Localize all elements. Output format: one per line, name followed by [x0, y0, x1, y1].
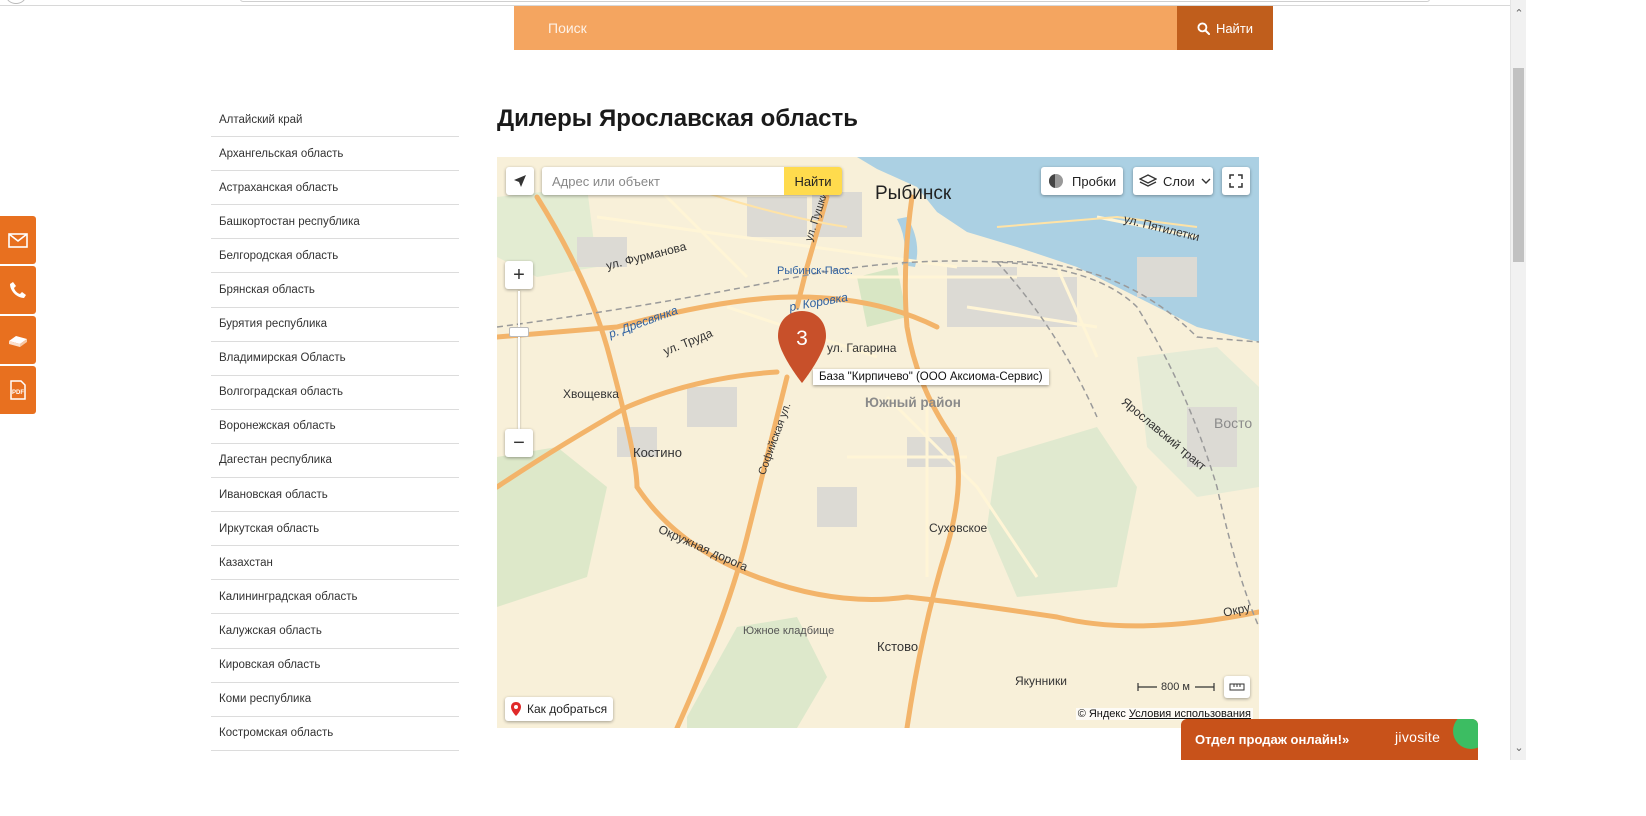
region-link[interactable]: Дагестан республика [211, 444, 459, 479]
map-label-rybinsk-pass: Рыбинск-Пасс. [777, 265, 853, 277]
phone-icon [10, 282, 26, 298]
map-label-gagarina: ул. Гагарина [827, 341, 897, 355]
region-link[interactable]: Архангельская область [211, 137, 459, 172]
region-link[interactable]: Кировская область [211, 649, 459, 683]
layers-label: Слои [1163, 173, 1195, 189]
region-link[interactable]: Калининградская область [211, 580, 459, 615]
price-list-button[interactable] [0, 316, 36, 364]
map-pin-icon [511, 702, 521, 716]
traffic-button[interactable]: Пробки [1041, 167, 1123, 195]
site-search-bar [514, 6, 1177, 50]
browser-url-bar[interactable] [240, 0, 1430, 2]
map-label-khvoshchevka: Хвощевка [563, 387, 619, 401]
zoom-slider-track[interactable] [518, 291, 520, 429]
region-link[interactable]: Алтайский край [211, 103, 459, 138]
geolocation-button[interactable] [506, 167, 534, 195]
scale-label: 800 м [1161, 681, 1190, 693]
site-search-input[interactable] [514, 6, 1177, 50]
region-link[interactable]: Волгоградская область [211, 376, 459, 410]
site-search-button[interactable]: Найти [1177, 6, 1273, 50]
page-scrollbar[interactable]: ⌃ ⌄ [1510, 0, 1526, 760]
zoom-in-button[interactable]: + [505, 261, 533, 289]
scroll-thumb[interactable] [1513, 68, 1524, 262]
dealer-map[interactable]: Рыбинск ул. Фурманова ул. Пушкина ул. Пя… [497, 157, 1259, 728]
region-link[interactable]: Воронежская область [211, 410, 459, 444]
region-link[interactable]: Белгородская область [211, 239, 459, 274]
mail-button[interactable] [0, 216, 36, 264]
marker-count: 3 [796, 327, 808, 350]
pdf-button[interactable]: PDF [0, 366, 36, 414]
route-label: Как добраться [527, 702, 608, 716]
zoom-slider-handle[interactable] [509, 327, 529, 337]
region-link[interactable]: Башкортостан республика [211, 205, 459, 240]
chat-widget[interactable]: Отдел продаж онлайн!» jivosite [1181, 719, 1478, 760]
region-link[interactable]: Казахстан [211, 546, 459, 581]
layers-button[interactable]: Слои [1133, 167, 1213, 195]
route-button[interactable]: Как добраться [505, 697, 613, 721]
chat-label: Отдел продаж онлайн!» [1195, 732, 1350, 747]
price-list-icon [9, 336, 27, 347]
map-label-cemetery: Южное кладбище [743, 625, 835, 637]
map-label-kstovo: Кстово [877, 639, 919, 654]
geolocation-arrow-icon [514, 175, 526, 187]
map-label-yakunniki: Якунники [1015, 674, 1067, 688]
phone-button[interactable] [0, 266, 36, 314]
side-contact-buttons: PDF [0, 216, 36, 416]
site-search-button-label: Найти [1215, 20, 1254, 36]
fullscreen-button[interactable] [1222, 167, 1250, 195]
region-link[interactable]: Коми республика [211, 683, 459, 717]
region-list: Алтайский край Архангельская область Астра… [211, 103, 459, 751]
map-search-box: Найти [542, 167, 842, 195]
chat-brand-logo: jivosite [1395, 729, 1441, 745]
map-search-button[interactable]: Найти [784, 167, 842, 195]
traffic-label: Пробки [1072, 173, 1117, 189]
region-link[interactable]: Костромская область [211, 717, 459, 751]
map-label-sukhovskoe: Суховское [929, 521, 988, 535]
marker-hint: База "Кирпичево" (ООО Аксиома-Сервис) [813, 369, 1049, 385]
map-label-yuzhny: Южный район [865, 395, 961, 410]
mail-icon [8, 232, 28, 248]
ruler-button[interactable] [1224, 676, 1250, 698]
region-link[interactable]: Иркутская область [211, 512, 459, 547]
map-search-input[interactable] [542, 167, 784, 195]
traffic-light-icon [1049, 174, 1063, 188]
scroll-up-arrow-icon[interactable]: ⌃ [1511, 6, 1527, 22]
region-link[interactable]: Владимирская Область [211, 342, 459, 376]
region-link[interactable]: Калужская область [211, 614, 459, 649]
layers-icon [1139, 174, 1157, 187]
map-label-city: Рыбинск [875, 183, 952, 204]
pdf-icon: PDF [10, 380, 26, 400]
fullscreen-icon [1229, 174, 1243, 188]
svg-text:PDF: PDF [12, 390, 24, 396]
copyright-text: © Яндекс [1077, 708, 1126, 720]
ruler-icon [1229, 683, 1245, 691]
region-link[interactable]: Астраханская область [211, 171, 459, 206]
scroll-down-arrow-icon[interactable]: ⌄ [1511, 740, 1527, 756]
page-title: Дилеры Ярославская область [497, 105, 859, 132]
zoom-out-button[interactable]: − [505, 429, 533, 457]
region-link[interactable]: Ивановская область [211, 478, 459, 513]
chat-status-dot [1453, 719, 1478, 749]
region-link[interactable]: Бурятия республика [211, 308, 459, 342]
chevron-down-icon [1201, 178, 1211, 184]
map-label-kostino: Костино [633, 445, 682, 460]
map-label-vostok: Восто [1214, 415, 1253, 431]
browser-back-icon[interactable] [6, 0, 26, 4]
region-link[interactable]: Брянская область [211, 273, 459, 308]
search-icon [1197, 21, 1210, 35]
zoom-control: + − [505, 261, 533, 457]
